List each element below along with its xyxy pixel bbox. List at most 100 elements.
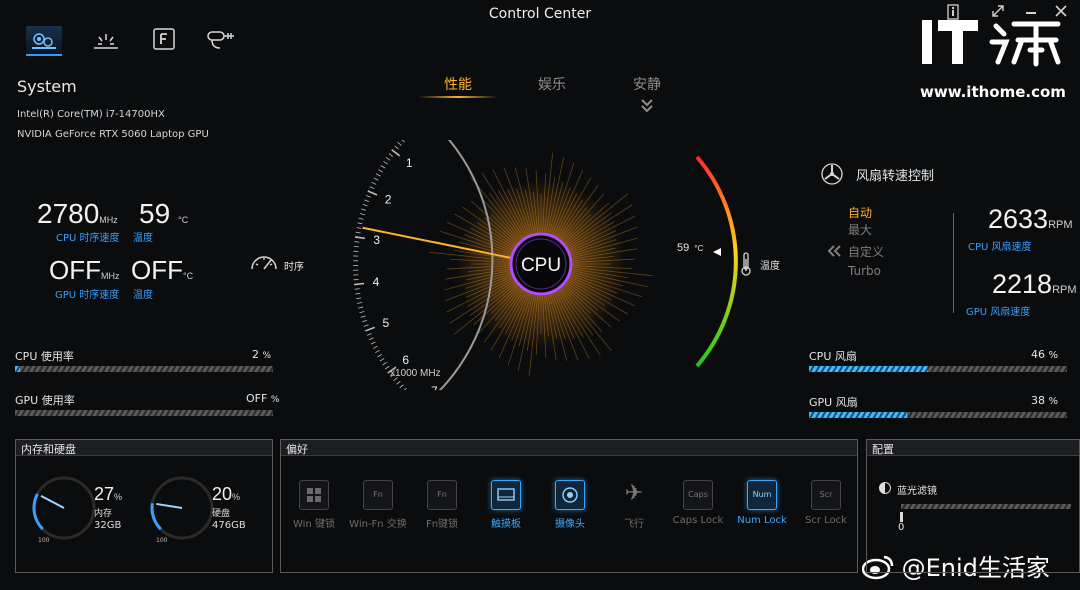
- scale-tick: [354, 288, 360, 290]
- cpu-usage-bar: [15, 366, 273, 372]
- expand-modes-icon[interactable]: [640, 98, 654, 114]
- gpu-rpm-value: 2218: [992, 269, 1053, 299]
- display-brightness-icon[interactable]: [88, 26, 124, 56]
- gpu-usage-bar: [15, 410, 273, 416]
- scale-tick: [358, 217, 364, 220]
- cpu-rpm-label: CPU 风扇速度: [968, 242, 1032, 253]
- pref-label: Win 键锁: [293, 519, 335, 530]
- scale-tick: [367, 190, 378, 196]
- mode-tab-performance[interactable]: 性能: [418, 74, 498, 94]
- ram-dial-arc: [32, 493, 44, 531]
- cpu-fan-readout: 46 %: [1031, 348, 1058, 361]
- system-settings-icon[interactable]: [26, 26, 62, 56]
- fan-divider: [953, 213, 954, 313]
- gpu-fan-readout: 38 %: [1031, 394, 1058, 407]
- pref-num-lock-toggle[interactable]: Num Num Lock: [730, 480, 794, 526]
- disk-size: 476GB: [212, 520, 246, 531]
- scale-tick: [394, 145, 399, 150]
- gpu-temp-label: 温度: [133, 290, 153, 301]
- ram-label: 内存: [94, 509, 113, 519]
- pref-windows-key-toggle[interactable]: Win 键锁: [282, 480, 346, 530]
- mode-tab-silent[interactable]: 安静: [607, 74, 687, 94]
- fan-mode-auto[interactable]: 自动: [848, 204, 872, 221]
- cpu-model: Intel(R) Core(TM) i7-14700HX: [17, 109, 165, 120]
- collapse-fan-modes-icon[interactable]: [826, 243, 842, 257]
- cpu-usage-label: CPU 使用率: [15, 350, 74, 363]
- gpu-usage-label: GPU 使用率: [15, 394, 75, 407]
- scale-tick: [396, 380, 401, 385]
- memory-panel-title: 内存和硬盘: [21, 443, 76, 456]
- scale-tick: [359, 213, 365, 216]
- pref-camera-toggle[interactable]: 摄像头: [538, 480, 602, 530]
- ithome-url: www.ithome.com: [920, 83, 1066, 101]
- memory-disk-panel: 内存和硬盘 100 100 27% 内存 32GB 20% 硬盘 476GB: [15, 439, 273, 573]
- scale-tick: [356, 297, 362, 300]
- blue-light-slider-handle[interactable]: [900, 512, 903, 522]
- scale-tick-label: 5: [383, 316, 390, 330]
- pref-label: 摄像头: [555, 519, 585, 530]
- cpu-usage-fill: [15, 366, 21, 372]
- pref-label: Scr Lock: [805, 515, 847, 526]
- cpu-usage-readout: 2 %: [252, 348, 271, 361]
- cpu-clock-readout: 2780MHz: [37, 198, 118, 230]
- pref-scroll-lock-toggle[interactable]: Scr Scr Lock: [794, 480, 858, 526]
- disk-dial-max: 100: [156, 537, 168, 544]
- scale-tick: [359, 311, 365, 314]
- airplane-icon: ✈: [624, 481, 644, 506]
- scale-tick: [354, 236, 365, 240]
- cpu-gauge: 01234567 CPU x1000 MHz 59°C: [353, 140, 738, 390]
- ithome-logo: [918, 14, 1068, 74]
- gpu-fan-label: GPU 风扇: [809, 396, 858, 409]
- pref-caps-lock-toggle[interactable]: Caps Caps Lock: [666, 480, 730, 526]
- mode-tab-entertainment[interactable]: 娱乐: [512, 74, 592, 94]
- scale-tick: [391, 149, 401, 157]
- gpu-clock-value: OFF: [49, 255, 101, 285]
- scale-tick: [388, 153, 394, 157]
- scale-tick: [365, 195, 371, 198]
- fn-swap-icon: Fn: [363, 480, 393, 510]
- scale-tick: [362, 204, 368, 207]
- scale-tick: [371, 181, 377, 185]
- fan-control-title: 风扇转速控制: [856, 169, 935, 184]
- ram-usage-unit: %: [114, 492, 123, 502]
- cpu-rpm-readout: 2633RPM: [988, 204, 1073, 235]
- config-panel-title: 配置: [872, 443, 894, 456]
- blue-light-label: 蓝光滤镜: [897, 486, 937, 497]
- memory-panel-header: 内存和硬盘: [16, 440, 272, 456]
- num-lock-icon: Num: [747, 480, 777, 510]
- pref-touchpad-toggle[interactable]: 触摸板: [474, 480, 538, 530]
- gauge-temp-readout: 59 °C: [677, 242, 703, 254]
- gpu-temp-value: OFF: [131, 255, 183, 285]
- scale-tick-label: 4: [373, 275, 380, 289]
- pref-fn-swap-toggle[interactable]: Fn Win-Fn 交换: [346, 480, 410, 530]
- function-key-icon[interactable]: [146, 26, 182, 56]
- blue-light-slider[interactable]: [901, 504, 1071, 509]
- scale-tick: [370, 341, 376, 345]
- connection-icon[interactable]: [202, 26, 238, 56]
- pref-label: Win-Fn 交换: [349, 519, 407, 530]
- gpu-clock-readout: OFFMHz: [49, 255, 120, 286]
- ram-size: 32GB: [94, 520, 122, 531]
- gpu-rpm-unit: RPM: [1052, 284, 1077, 296]
- windows-key-icon: [299, 480, 329, 510]
- scale-tick: [363, 324, 369, 327]
- cpu-fan-bar: [809, 366, 1067, 372]
- disk-dial-needle: [156, 502, 183, 509]
- scale-tick: [357, 222, 363, 225]
- fan-mode-turbo[interactable]: Turbo: [848, 264, 881, 278]
- gpu-temp-unit: °C: [183, 271, 194, 281]
- pref-fn-lock-toggle[interactable]: Fn Fn键锁: [410, 480, 474, 530]
- scale-tick-label: 6: [402, 353, 409, 367]
- scale-tick: [355, 231, 361, 234]
- scale-tick: [366, 333, 372, 336]
- scale-tick: [375, 349, 380, 354]
- temperature-pointer: [713, 248, 721, 256]
- pref-airplane-toggle[interactable]: ✈ 飞行: [602, 480, 666, 530]
- temp-side-label: 温度: [760, 261, 780, 272]
- scale-tick-label: 1: [406, 156, 413, 170]
- scale-unit-label: x1000 MHz: [390, 368, 441, 379]
- cpu-fan-value: 46: [1031, 348, 1045, 361]
- fan-mode-max[interactable]: 最大: [848, 221, 872, 238]
- fan-mode-custom[interactable]: 自定义: [848, 243, 884, 260]
- gauge-temp-unit: °C: [694, 244, 703, 253]
